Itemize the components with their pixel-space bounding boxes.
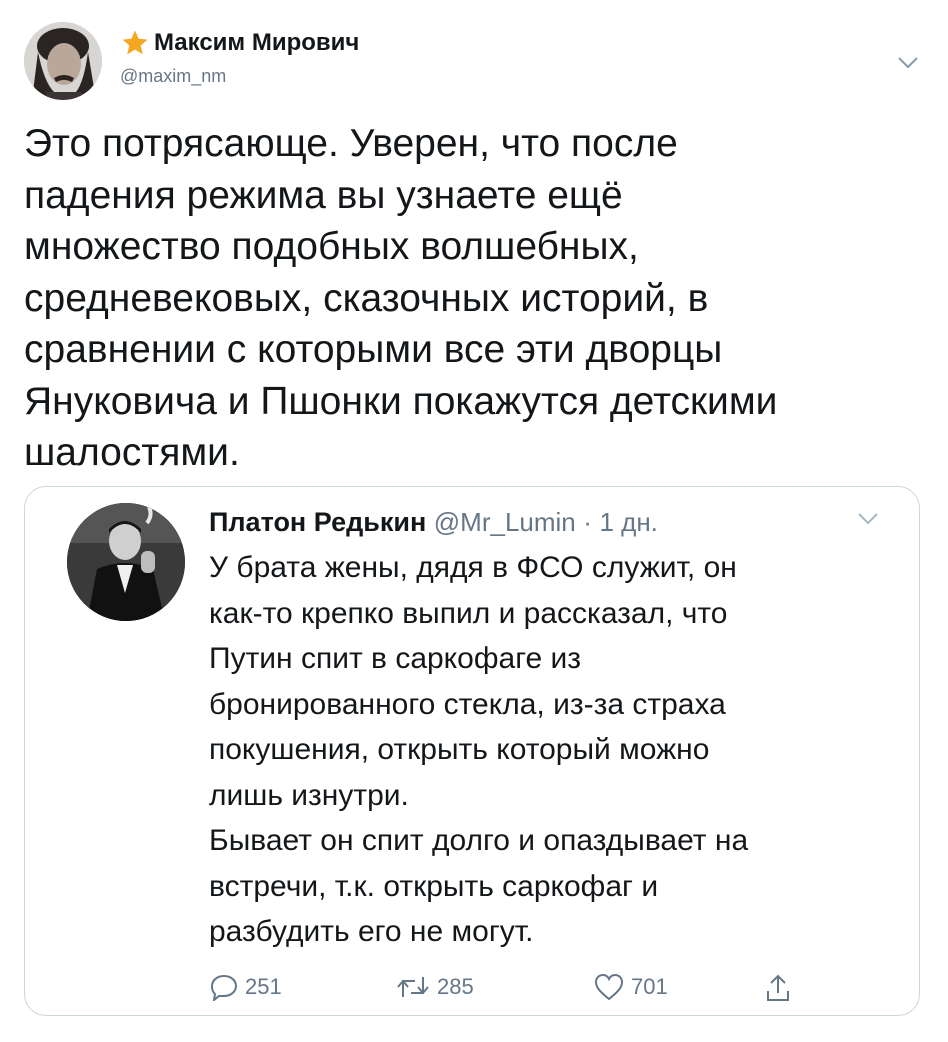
like-button[interactable]: 701: [593, 973, 668, 1001]
quoted-tweet-text: У брата жены, дядя в ФСО служит, он как-…: [209, 551, 749, 948]
share-button[interactable]: [765, 973, 797, 1003]
tweet-text: Это потрясающе. Уверен, что после падени…: [24, 122, 778, 474]
star-icon: [122, 30, 148, 55]
retweet-button[interactable]: 285: [395, 973, 474, 1001]
retweet-count: 285: [437, 974, 474, 999]
author-name-row: Максим Мирович: [120, 28, 359, 58]
heart-icon: [594, 973, 624, 1001]
quoted-handle[interactable]: @Mr_Lumin: [434, 507, 576, 537]
author-handle[interactable]: @maxim_nm: [120, 66, 226, 87]
author-display-name[interactable]: Максим Мирович: [154, 29, 359, 57]
like-count: 701: [631, 974, 668, 999]
reply-count: 251: [245, 974, 282, 999]
quoted-separator: ·: [583, 507, 592, 537]
tweet-header: Максим Мирович @maxim_nm: [0, 0, 948, 110]
retweet-icon: [397, 977, 429, 997]
chevron-down-icon[interactable]: [896, 54, 920, 72]
chevron-down-icon[interactable]: [857, 511, 879, 527]
quoted-timestamp[interactable]: 1 дн.: [599, 507, 657, 537]
share-icon: [767, 974, 789, 1001]
reply-icon: [210, 974, 238, 1001]
reply-button[interactable]: 251: [209, 973, 282, 1001]
quoted-display-name[interactable]: Платон Редькин: [209, 507, 426, 537]
quoted-tweet-card[interactable]: Платон Редькин @Mr_Lumin · 1 дн. У брата…: [24, 486, 920, 1016]
author-avatar[interactable]: [24, 22, 102, 100]
quoted-author-avatar[interactable]: [67, 503, 185, 621]
quoted-header: Платон Редькин @Mr_Lumin · 1 дн.: [209, 507, 658, 538]
tweet-actions: 251 285 701: [209, 973, 809, 1003]
